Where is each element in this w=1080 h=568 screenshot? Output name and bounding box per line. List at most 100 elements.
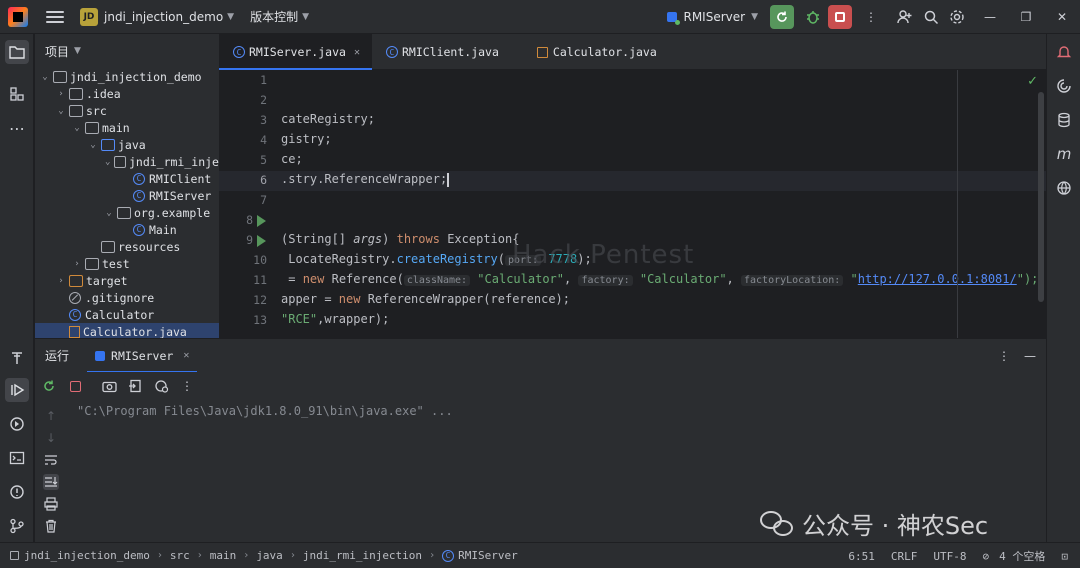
project-badge[interactable]: JD — [80, 7, 98, 26]
camera-icon[interactable] — [101, 378, 117, 394]
tree-item[interactable]: Calculator.java — [35, 323, 219, 338]
main-menu-icon[interactable] — [46, 10, 64, 23]
console-output[interactable]: "C:\Program Files\Java\jdk1.8.0_91\bin\j… — [67, 400, 1046, 542]
line-ending[interactable]: CRLF — [891, 550, 918, 563]
tree-item[interactable]: ⌄ org.example — [35, 204, 219, 221]
print-icon[interactable] — [43, 496, 59, 512]
tab-calculator-java[interactable]: Calculator.java — [525, 34, 669, 70]
tree-item[interactable]: ⌄ main — [35, 119, 219, 136]
code-editor[interactable]: 1 2 3 4 5 6 7 8 9 10 11 12 13 cateRegist… — [219, 70, 1046, 338]
terminal-tool-icon[interactable] — [5, 446, 29, 470]
lock-icon[interactable]: ⊡ — [1061, 550, 1068, 563]
chevron-down-icon[interactable]: ⌄ — [103, 157, 112, 167]
project-name[interactable]: jndi_injection_demo — [104, 10, 223, 24]
inspection-ok-icon[interactable]: ✓ — [1027, 74, 1038, 89]
restore-button[interactable]: ❐ — [1008, 0, 1044, 34]
more-tools-icon[interactable]: ⋯ — [5, 116, 29, 140]
chevron-down-icon[interactable]: ▼ — [227, 12, 234, 22]
debug-icon[interactable] — [802, 6, 824, 28]
tree-item[interactable]: ⌄ jndi_rmi_inje — [35, 153, 219, 170]
folder-icon — [69, 87, 83, 100]
tree-item[interactable]: .gitignore — [35, 289, 219, 306]
breadcrumb-item[interactable]: C RMIServer — [442, 549, 518, 562]
breadcrumb-item[interactable]: jndi_injection_demo — [10, 549, 150, 562]
add-user-icon[interactable] — [894, 6, 916, 28]
settings-icon[interactable] — [153, 378, 169, 394]
soft-wrap-icon[interactable] — [43, 452, 59, 468]
run-configuration-selector[interactable]: RMIServer ▼ — [667, 10, 758, 25]
tree-item[interactable]: ⌄ src — [35, 102, 219, 119]
tree-item[interactable]: C Calculator — [35, 306, 219, 323]
services-tool-icon[interactable] — [5, 412, 29, 436]
tree-item[interactable]: C RMIClient — [35, 170, 219, 187]
ai-assistant-icon[interactable] — [1052, 74, 1076, 98]
more-options-icon[interactable]: ⋮ — [179, 378, 195, 394]
chevron-down-icon[interactable]: ⌄ — [55, 106, 67, 116]
close-tab-icon[interactable]: ✕ — [183, 350, 189, 361]
stop-button[interactable] — [828, 5, 852, 29]
scroll-to-end-icon[interactable] — [43, 474, 59, 490]
chevron-right-icon[interactable]: › — [55, 276, 67, 286]
problems-tool-icon[interactable] — [5, 480, 29, 504]
chevron-down-icon[interactable]: ⌄ — [71, 123, 83, 133]
close-window-button[interactable]: ✕ — [1044, 0, 1080, 34]
tree-item[interactable]: ⌄ jndi_injection_demo — [35, 68, 219, 85]
breadcrumb-item[interactable]: main — [210, 549, 237, 562]
project-panel-header[interactable]: 项目 ▼ — [35, 34, 219, 68]
close-tab-icon[interactable]: ✕ — [354, 47, 360, 58]
chevron-right-icon[interactable]: › — [71, 259, 83, 269]
more-options-icon[interactable]: ⋮ — [998, 349, 1010, 363]
editor-scrollbar[interactable] — [1038, 92, 1044, 302]
tab-rmiclient-java[interactable]: C RMIClient.java — [372, 34, 511, 70]
tree-item[interactable]: › test — [35, 255, 219, 272]
arrow-down-icon[interactable]: ↓ — [43, 430, 59, 446]
indent-setting[interactable]: 4 个空格 — [999, 548, 1045, 564]
chevron-right-icon[interactable]: › — [55, 89, 67, 99]
line-number: 13 — [253, 313, 267, 327]
tree-item[interactable]: ⌄ java — [35, 136, 219, 153]
tree-item[interactable]: › .idea — [35, 85, 219, 102]
run-tool-icon[interactable] — [5, 378, 29, 402]
run-class-icon[interactable] — [257, 215, 266, 227]
chevron-down-icon[interactable]: ⌄ — [103, 208, 115, 218]
arrow-up-icon[interactable]: ↑ — [43, 408, 59, 424]
build-tool-icon[interactable] — [5, 346, 29, 370]
notifications-bell-icon[interactable] — [1052, 40, 1076, 64]
stop-icon[interactable] — [67, 378, 83, 394]
database-icon[interactable] — [1052, 108, 1076, 132]
breadcrumb-item[interactable]: src — [170, 549, 190, 562]
minimize-panel-icon[interactable]: — — [1024, 349, 1036, 363]
search-icon[interactable] — [920, 6, 942, 28]
breadcrumb-item[interactable]: jndi_rmi_injection — [303, 549, 422, 562]
tree-item[interactable]: C RMIServer — [35, 187, 219, 204]
settings-gear-icon[interactable] — [946, 6, 968, 28]
vcs-menu[interactable]: 版本控制 — [250, 8, 298, 25]
tree-item[interactable]: C Main — [35, 221, 219, 238]
code-line-5: ce; — [281, 152, 303, 166]
minimize-button[interactable]: — — [972, 0, 1008, 34]
breadcrumb-item[interactable]: java — [256, 549, 283, 562]
maven-icon[interactable]: m — [1052, 142, 1076, 166]
breadcrumb-label: main — [209, 549, 237, 562]
run-tab-rmiserver[interactable]: RMIServer ✕ — [87, 339, 198, 373]
exit-icon[interactable] — [127, 378, 143, 394]
run-main-icon[interactable] — [257, 235, 266, 247]
caret-position[interactable]: 6:51 — [848, 550, 875, 563]
globe-icon[interactable] — [1052, 176, 1076, 200]
tree-item[interactable]: resources — [35, 238, 219, 255]
rerun-button[interactable] — [770, 5, 794, 29]
file-encoding[interactable]: UTF-8 — [933, 550, 966, 563]
git-tool-icon[interactable] — [5, 514, 29, 538]
readonly-toggle-icon[interactable]: ⊘ — [983, 550, 990, 563]
chevron-down-icon[interactable]: ⌄ — [87, 140, 99, 150]
chevron-down-icon[interactable]: ⌄ — [39, 72, 51, 82]
tab-rmiserver-java[interactable]: C RMIServer.java ✕ — [219, 34, 372, 70]
trash-icon[interactable] — [43, 518, 59, 534]
more-options-icon[interactable]: ⋮ — [860, 6, 882, 28]
tree-item[interactable]: › target — [35, 272, 219, 289]
rerun-icon[interactable] — [41, 378, 57, 394]
chevron-down-icon[interactable]: ▼ — [302, 12, 309, 22]
folder-icon — [53, 70, 67, 83]
project-tool-icon[interactable] — [5, 40, 29, 64]
structure-tool-icon[interactable] — [5, 82, 29, 106]
